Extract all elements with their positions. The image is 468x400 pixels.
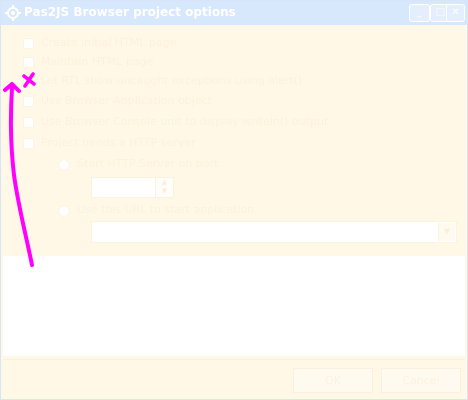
use-url-radio[interactable] [58,205,70,217]
spin-up-icon[interactable]: ▲ [156,178,173,187]
browser-console-label[interactable]: Use Browser Console unit to display writ… [41,115,328,128]
app-gear-icon [5,5,21,21]
minimize-button[interactable]: _ [409,4,430,22]
chevron-down-icon[interactable]: ▼ [438,223,455,241]
maintain-html-checkbox[interactable] [23,57,34,68]
rtl-exceptions-checkbox[interactable] [23,76,34,87]
button-bar: OK Cancel [3,359,465,397]
empty-panel [3,256,465,356]
maintain-html-label[interactable]: Maintain HTML page [41,55,153,68]
needs-server-checkbox[interactable] [23,138,34,149]
close-icon: ✕ [451,7,460,18]
browser-console-checkbox[interactable] [23,117,34,128]
url-combobox[interactable]: ▼ [91,221,457,243]
use-url-label[interactable]: Use this URL to start application [77,203,254,216]
minimize-icon: _ [417,7,422,18]
start-server-label[interactable]: Start HTTP Server on port [77,157,218,170]
rtl-exceptions-label[interactable]: Let RTL show uncaught exceptions using a… [41,74,302,87]
port-spin-buttons[interactable]: ▲ ▼ [155,178,173,197]
port-spinner[interactable]: ▲ ▼ [91,177,174,198]
spin-down-icon[interactable]: ▼ [156,187,173,196]
browser-app-label[interactable]: Use Browser Application object [41,94,212,107]
start-server-radio[interactable] [58,159,70,171]
needs-server-label[interactable]: Project needs a HTTP server [41,136,196,149]
close-button[interactable]: ✕ [446,4,465,22]
title-bar[interactable]: Pas2JS Browser project options _ □ ✕ [1,1,467,25]
ok-button[interactable]: OK [293,368,373,393]
project-options-dialog: Pas2JS Browser project options _ □ ✕ Cre… [0,0,468,400]
browser-app-checkbox[interactable] [23,96,34,107]
create-html-checkbox[interactable] [23,38,34,49]
cancel-button[interactable]: Cancel [381,368,461,393]
window-title: Pas2JS Browser project options [24,5,236,19]
create-html-label[interactable]: Create initial HTML page [41,36,176,49]
